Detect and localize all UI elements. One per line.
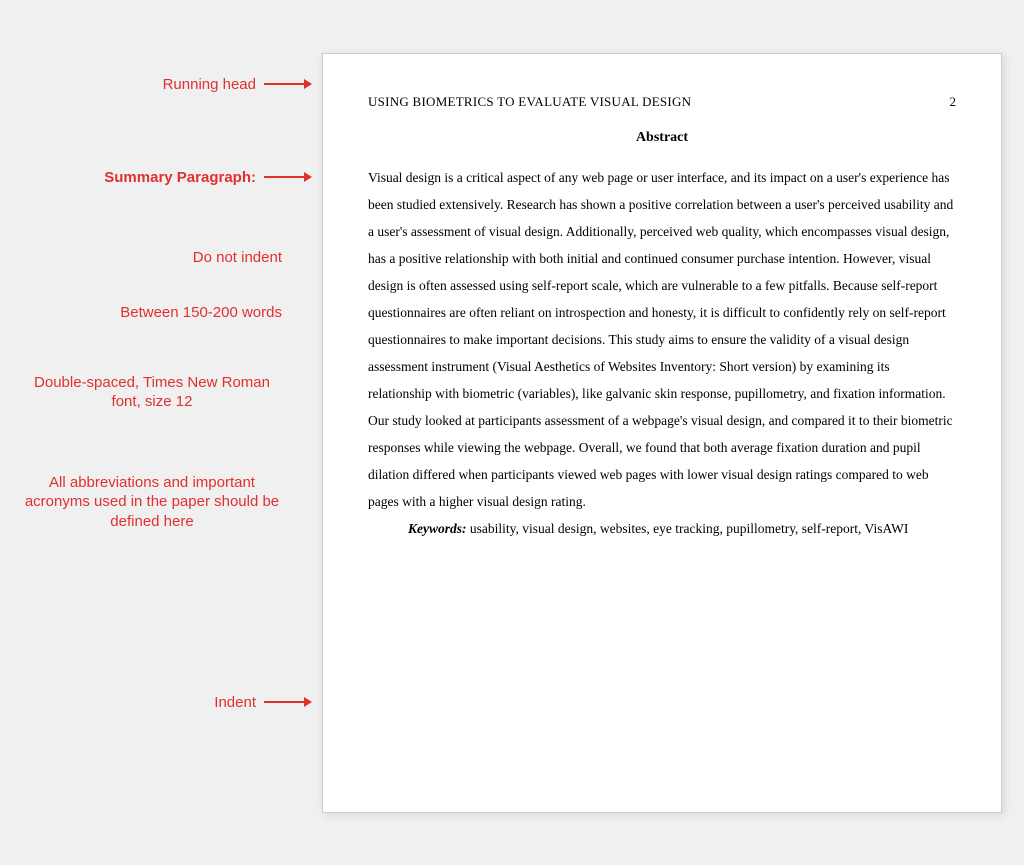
abbreviations-annotation: All abbreviations and important acronyms… [22,473,282,532]
running-head-text: USING BIOMETRICS TO EVALUATE VISUAL DESI… [368,94,691,110]
do-not-indent-annotation: Do not indent [22,248,282,268]
indent-label: Indent [214,693,256,713]
keywords-label: Keywords: [408,521,467,536]
abstract-title: Abstract [368,130,956,146]
running-head-arrow-shaft [264,83,304,85]
word-count-annotation: Between 150-200 words [22,303,282,323]
do-not-indent-label: Do not indent [193,248,282,268]
abbreviations-label: All abbreviations and important acronyms… [22,473,282,532]
word-count-label: Between 150-200 words [120,303,282,323]
page-number: 2 [950,94,957,110]
paper-document: USING BIOMETRICS TO EVALUATE VISUAL DESI… [322,53,1002,813]
indent-annotation: Indent [22,693,312,713]
keywords-text: usability, visual design, websites, eye … [467,521,909,536]
paper-header: USING BIOMETRICS TO EVALUATE VISUAL DESI… [368,94,956,110]
layout: Running head Summary Paragraph: Do not i… [22,53,1002,813]
annotation-panel: Running head Summary Paragraph: Do not i… [22,53,322,813]
font-annotation: Double-spaced, Times New Roman font, siz… [22,373,282,412]
running-head-label: Running head [163,75,256,95]
summary-arrow-shaft [264,176,304,178]
summary-arrow-head [304,172,312,182]
indent-arrow [264,697,312,707]
indent-arrow-head [304,697,312,707]
summary-paragraph-label: Summary Paragraph: [104,168,256,188]
font-label: Double-spaced, Times New Roman font, siz… [22,373,282,412]
summary-paragraph-annotation: Summary Paragraph: [22,168,312,188]
keywords-paragraph: Keywords: usability, visual design, webs… [368,515,956,542]
outer-container: Running head Summary Paragraph: Do not i… [20,20,1004,845]
summary-arrow [264,172,312,182]
running-head-arrow [264,79,312,89]
running-head-arrow-head [304,79,312,89]
running-head-annotation: Running head [22,75,312,95]
indent-arrow-shaft [264,701,304,703]
abstract-body: Visual design is a critical aspect of an… [368,164,956,515]
